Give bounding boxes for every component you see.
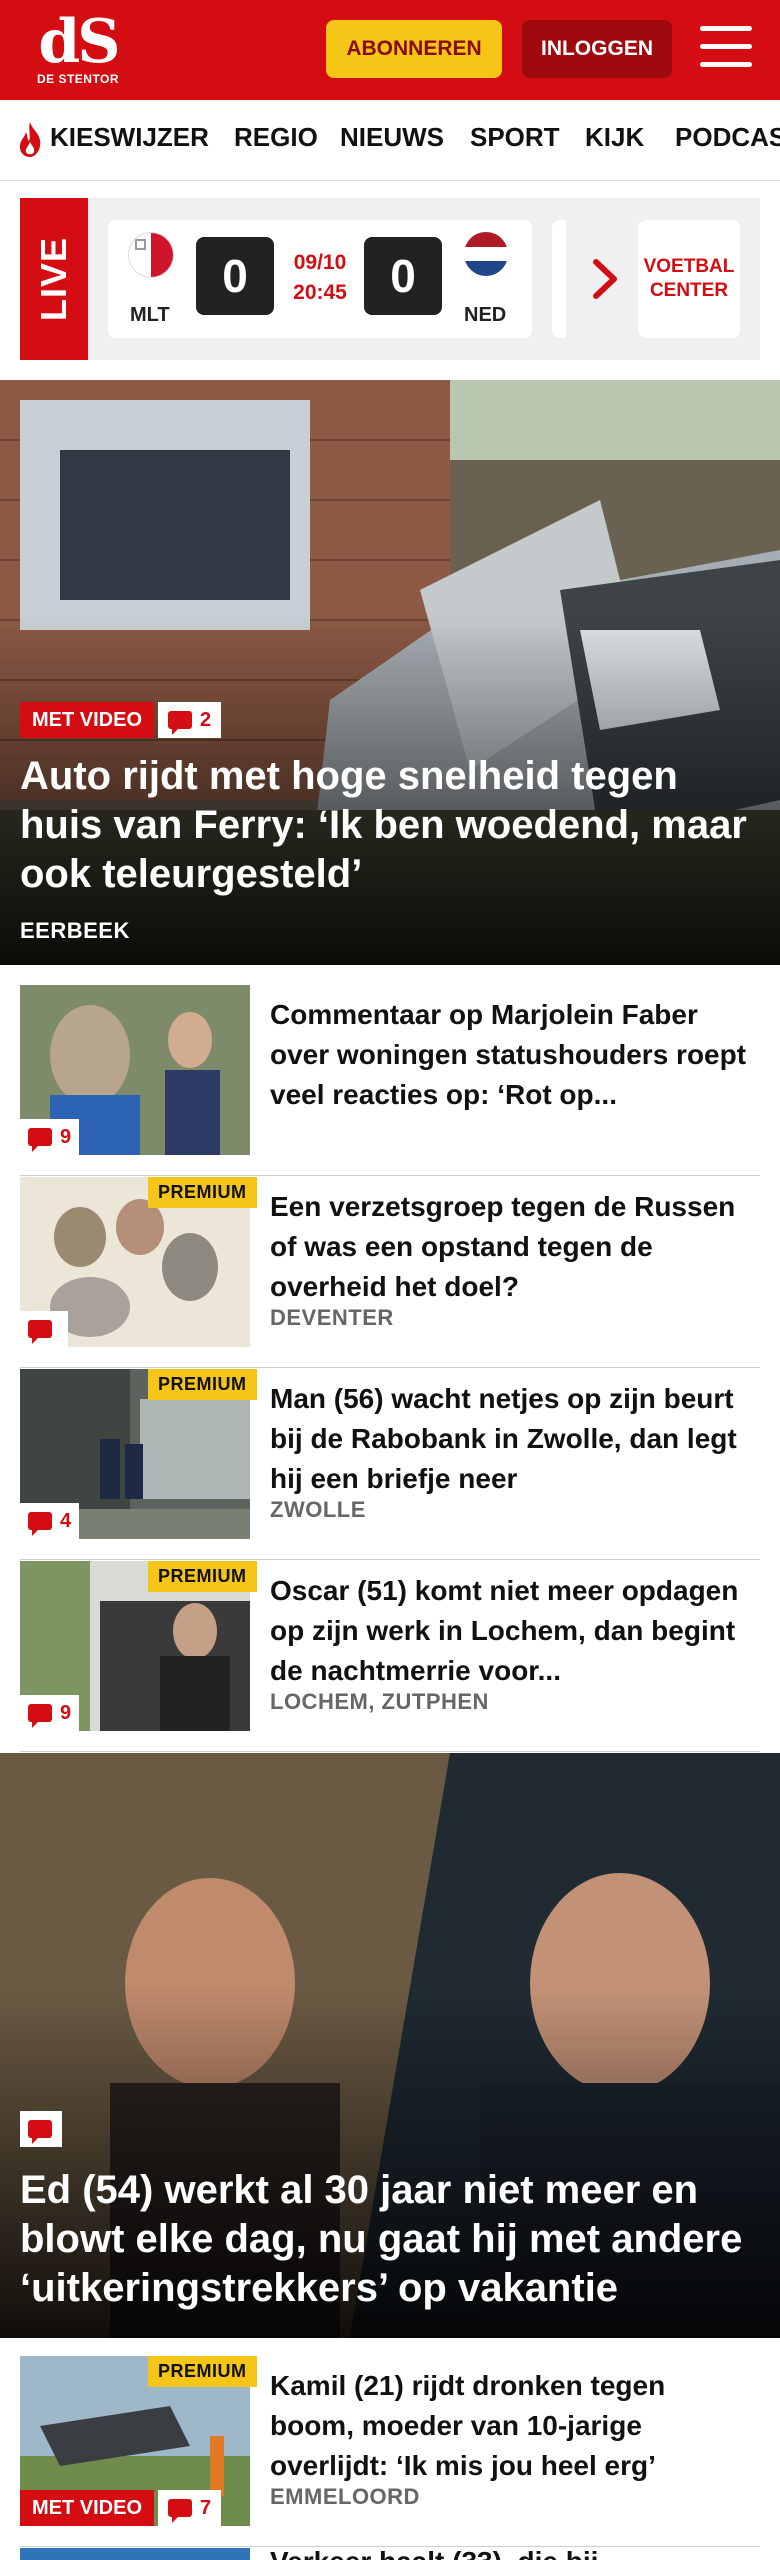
list-item[interactable]: PREMIUM 9 Oscar (51) komt niet meer opda… <box>20 1561 760 1752</box>
match-card[interactable]: MLT 0 09/10 20:45 0 NED <box>108 220 532 338</box>
article-thumbnail <box>20 2548 250 2560</box>
comment-icon <box>168 711 192 735</box>
article-title[interactable]: Man (56) wacht netjes op zijn beurt bij … <box>270 1379 750 1499</box>
hero-title[interactable]: Ed (54) werkt al 30 jaar niet meer en bl… <box>20 2166 760 2313</box>
premium-badge: PREMIUM <box>148 1561 257 1592</box>
comment-badge: 7 <box>158 2490 222 2526</box>
chevron-right-icon[interactable] <box>590 256 620 302</box>
comment-badge: 9 <box>20 1695 80 1731</box>
comment-icon <box>28 2120 52 2144</box>
comment-icon <box>168 2499 192 2523</box>
comment-count: 7 <box>200 2496 212 2519</box>
video-badge: MET VIDEO <box>20 702 155 738</box>
comment-icon <box>28 1128 52 1152</box>
article-title[interactable]: Oscar (51) komt niet meer opdagen op zij… <box>270 1571 750 1691</box>
nav-item-kijk[interactable]: KIJK <box>585 122 644 153</box>
nav-item-kieswijzer[interactable]: KIESWIJZER <box>50 122 209 153</box>
article-title[interactable]: Kamil (21) rijdt dronken tegen boom, moe… <box>270 2366 750 2486</box>
article-title[interactable]: Commentaar op Marjolein Faber over wonin… <box>270 995 750 1115</box>
video-badge: MET VIDEO <box>20 2490 155 2526</box>
hero-article-2[interactable]: Ed (54) werkt al 30 jaar niet meer en bl… <box>0 1753 780 2338</box>
list-item[interactable]: 9 Commentaar op Marjolein Faber over won… <box>20 985 760 1176</box>
top-bar: dS DE STENTOR ABONNEREN INLOGGEN <box>0 0 780 100</box>
comment-badge: 2 <box>158 702 222 738</box>
next-match-card[interactable] <box>552 220 566 338</box>
article-title[interactable]: Een verzetsgroep tegen de Russen of was … <box>270 1187 750 1307</box>
comment-count: 4 <box>60 1509 72 1532</box>
login-button[interactable]: INLOGGEN <box>522 20 672 78</box>
list-item[interactable]: PREMIUM Een verzetsgroep tegen de Russen… <box>20 1177 760 1368</box>
premium-badge: PREMIUM <box>148 1177 257 1208</box>
comment-badge: 9 <box>20 1119 80 1155</box>
live-label: LIVE <box>20 198 88 360</box>
list-item[interactable]: Verkeer haalt (33), die bij ... <box>20 2548 760 2560</box>
malta-flag-icon <box>128 232 174 278</box>
nav-item-podcasts[interactable]: PODCAS <box>675 122 780 153</box>
logo-mark: dS <box>38 7 120 77</box>
comment-icon <box>28 1704 52 1728</box>
flame-icon <box>19 122 41 157</box>
premium-badge: PREMIUM <box>148 1369 257 1400</box>
article-location: DEVENTER <box>270 1305 394 1330</box>
article-location: ZWOLLE <box>270 1497 366 1522</box>
match-datetime: 09/10 20:45 <box>278 248 362 308</box>
netherlands-flag-icon <box>464 232 508 276</box>
hero-title[interactable]: Auto rijdt met hoge snelheid tegen huis … <box>20 752 760 899</box>
nav-item-regio[interactable]: REGIO <box>234 122 318 153</box>
away-team-code: NED <box>464 304 507 326</box>
comment-count: 2 <box>200 708 212 731</box>
comment-count: 9 <box>60 1701 72 1724</box>
article-location: EMMELOORD <box>270 2484 420 2509</box>
home-score: 0 <box>196 237 274 315</box>
subscribe-button[interactable]: ABONNEREN <box>326 20 502 78</box>
comment-icon <box>28 1512 52 1536</box>
nav-item-nieuws[interactable]: NIEUWS <box>340 122 444 153</box>
site-logo[interactable]: dS DE STENTOR <box>28 7 128 92</box>
article-location: LOCHEM, ZUTPHEN <box>270 1689 489 1714</box>
live-scoreboard: LIVE MLT 0 09/10 20:45 0 NED VOETBAL CEN… <box>20 198 760 360</box>
list-item[interactable]: PREMIUM MET VIDEO 7 Kamil (21) rijdt dro… <box>20 2356 760 2547</box>
nav-item-sport[interactable]: SPORT <box>470 122 560 153</box>
comment-badge <box>20 2111 62 2147</box>
away-score: 0 <box>364 237 442 315</box>
hero-article[interactable]: MET VIDEO 2 Auto rijdt met hoge snelheid… <box>0 380 780 965</box>
hamburger-icon[interactable] <box>700 26 752 72</box>
voetbal-center-button[interactable]: VOETBAL CENTER <box>638 220 740 338</box>
comment-badge <box>20 1311 68 1347</box>
logo-text: DE STENTOR <box>36 72 120 86</box>
comment-badge: 4 <box>20 1503 80 1539</box>
section-nav: KIESWIJZER REGIO NIEUWS SPORT KIJK PODCA… <box>0 100 780 181</box>
comment-count: 9 <box>60 1125 72 1148</box>
match-date: 09/10 <box>293 251 347 274</box>
comment-icon <box>28 1320 52 1344</box>
home-team-code: MLT <box>130 304 170 326</box>
premium-badge: PREMIUM <box>148 2356 257 2387</box>
list-item[interactable]: PREMIUM 4 Man (56) wacht netjes op zijn … <box>20 1369 760 1560</box>
article-title[interactable]: Verkeer haalt (33), die bij ... <box>270 2548 630 2560</box>
match-time: 20:45 <box>293 281 347 304</box>
hero-location: EERBEEK <box>20 918 130 943</box>
